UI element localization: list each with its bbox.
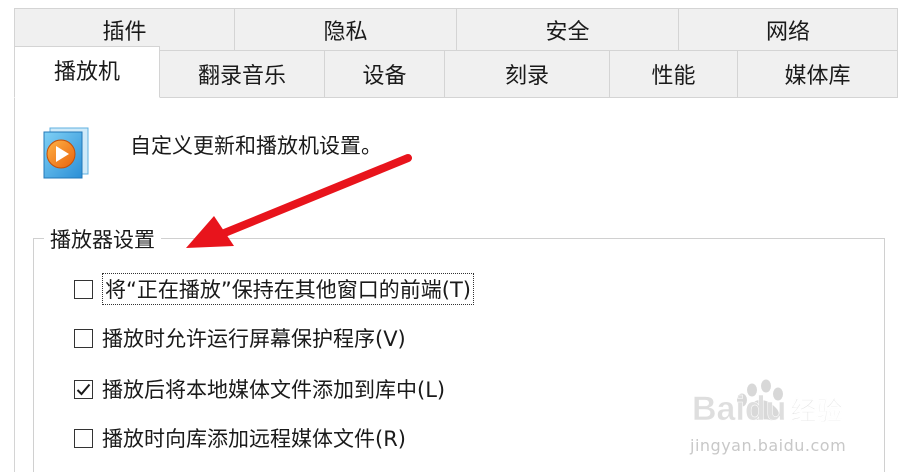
- watermark-url: jingyan.baidu.com: [690, 436, 847, 455]
- tab-devices[interactable]: 设备: [325, 50, 445, 98]
- tab-network[interactable]: 网络: [679, 8, 898, 50]
- option-label: 将“正在播放”保持在其他窗口的前端(T): [102, 273, 474, 305]
- option-allow-screensaver[interactable]: 播放时允许运行屏幕保护程序(V): [74, 323, 406, 353]
- player-settings-legend: 播放器设置: [44, 224, 161, 254]
- option-label: 播放时允许运行屏幕保护程序(V): [102, 327, 406, 351]
- option-keep-now-playing-on-top[interactable]: 将“正在播放”保持在其他窗口的前端(T): [74, 273, 474, 305]
- checkbox-add-local-files[interactable]: [74, 379, 93, 399]
- tab-rip-music[interactable]: 翻录音乐: [160, 50, 325, 98]
- media-player-icon: [43, 127, 89, 179]
- checkmark-icon: [76, 383, 91, 395]
- intro-text: 自定义更新和播放机设置。: [130, 134, 382, 158]
- option-label: 播放后将本地媒体文件添加到库中(L): [102, 378, 446, 402]
- option-label: 播放时向库添加远程媒体文件(R): [102, 427, 406, 451]
- tab-security[interactable]: 安全: [457, 8, 679, 50]
- checkbox-add-remote-files[interactable]: [74, 428, 93, 448]
- tab-player[interactable]: 播放机: [14, 46, 160, 98]
- tab-row-top: 插件 隐私 安全 网络: [14, 8, 898, 50]
- tab-privacy[interactable]: 隐私: [235, 8, 457, 50]
- tab-row-bottom: 播放机 翻录音乐 设备 刻录 性能 媒体库: [14, 46, 898, 98]
- tab-library[interactable]: 媒体库: [738, 50, 898, 98]
- options-dialog: 插件 隐私 安全 网络 播放机 翻录音乐 设备 刻录 性能 媒体库 自定义更新和…: [0, 0, 898, 472]
- checkbox-allow-screensaver[interactable]: [74, 328, 93, 348]
- tab-plugins[interactable]: 插件: [14, 8, 235, 50]
- option-add-local-files-to-library[interactable]: 播放后将本地媒体文件添加到库中(L): [74, 374, 445, 404]
- checkbox-keep-on-top[interactable]: [74, 279, 93, 299]
- watermark-logo-text: Baidu 经验: [692, 390, 842, 428]
- tab-burn[interactable]: 刻录: [445, 50, 610, 98]
- tab-performance[interactable]: 性能: [610, 50, 738, 98]
- option-add-remote-files-to-library[interactable]: 播放时向库添加远程媒体文件(R): [74, 423, 406, 453]
